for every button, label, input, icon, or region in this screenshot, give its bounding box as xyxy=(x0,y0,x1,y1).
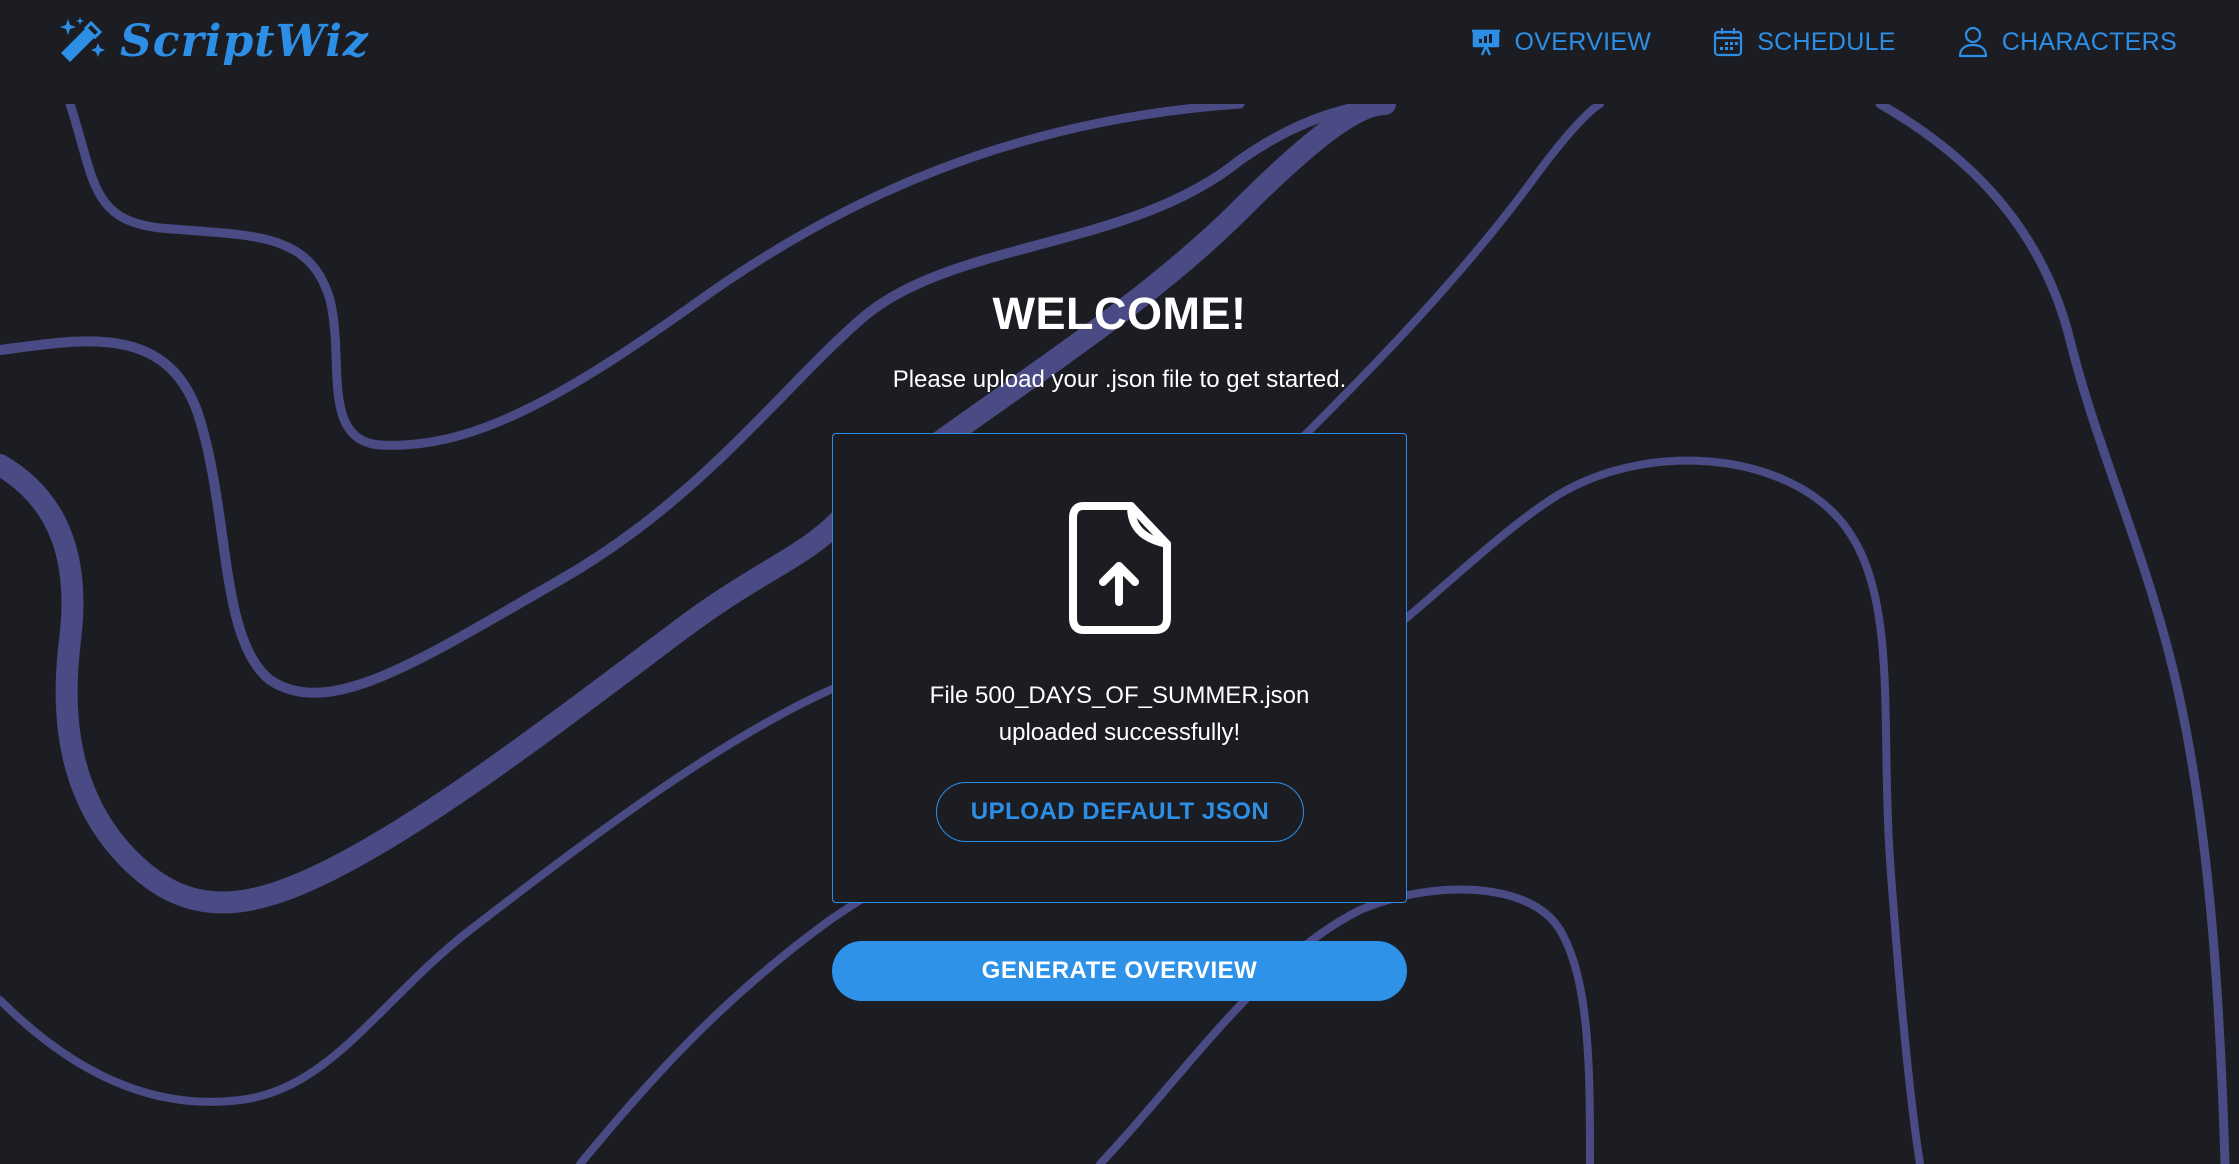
upload-status: File 500_DAYS_OF_SUMMER.json uploaded su… xyxy=(833,677,1406,751)
brand-name: ScriptWiz xyxy=(120,16,369,67)
file-upload-icon xyxy=(1069,502,1171,634)
nav-item-label: CHARACTERS xyxy=(2001,27,2177,56)
magic-wand-icon xyxy=(60,16,105,62)
brand-logo[interactable]: ScriptWiz xyxy=(56,16,369,67)
upload-status-line: File 500_DAYS_OF_SUMMER.json xyxy=(929,682,1310,709)
nav-item-label: OVERVIEW xyxy=(1514,27,1652,56)
upload-status-line: uploaded successfully! xyxy=(998,719,1241,746)
calendar-icon xyxy=(1714,28,1743,57)
nav-item-label: SCHEDULE xyxy=(1757,27,1896,56)
nav-item-schedule[interactable]: SCHEDULE xyxy=(1713,27,1896,57)
presentation-chart-icon xyxy=(1471,29,1500,56)
main-content: WELCOME! Please upload your .json file t… xyxy=(0,0,2239,1164)
page: ScriptWiz OVERVIEW SCHEDULE CHARACTERS W… xyxy=(0,0,2239,1164)
file-upload-dropzone[interactable]: File 500_DAYS_OF_SUMMER.json uploaded su… xyxy=(832,433,1407,903)
page-subtitle: Please upload your .json file to get sta… xyxy=(892,366,1347,393)
generate-overview-button[interactable]: GENERATE OVERVIEW xyxy=(832,941,1407,1001)
user-icon xyxy=(1958,26,1987,58)
main-nav: OVERVIEW SCHEDULE CHARACTERS xyxy=(1471,26,2178,58)
top-navbar: ScriptWiz OVERVIEW SCHEDULE CHARACTERS xyxy=(0,0,2239,104)
nav-item-characters[interactable]: CHARACTERS xyxy=(1958,26,2177,58)
nav-item-overview[interactable]: OVERVIEW xyxy=(1471,27,1652,57)
page-title: WELCOME! xyxy=(992,288,1247,339)
upload-default-json-button[interactable]: UPLOAD DEFAULT JSON xyxy=(936,782,1304,842)
